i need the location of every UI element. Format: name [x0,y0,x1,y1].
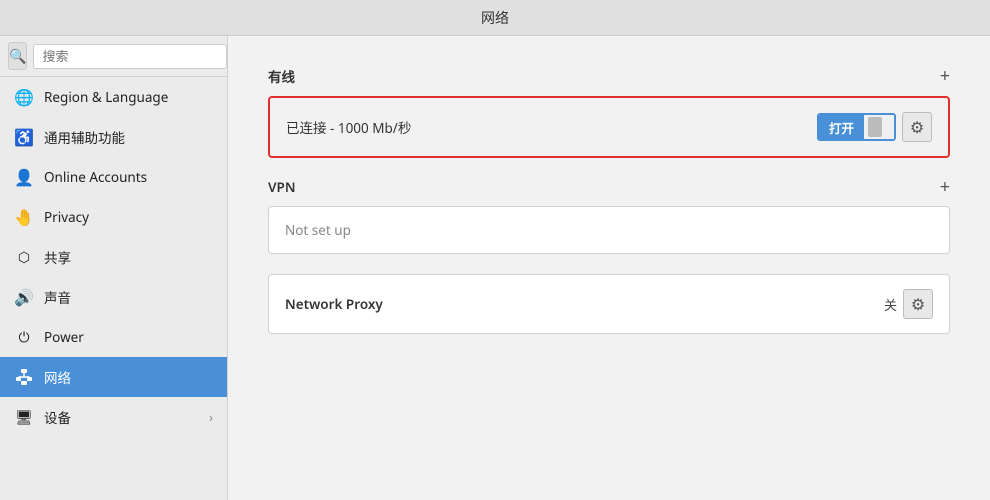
search-row: 🔍 [0,36,227,77]
online-accounts-icon: 👤 [14,167,34,187]
sidebar-item-region[interactable]: 🌐 Region & Language [0,77,227,117]
sidebar-item-power[interactable]: ⏻ Power [0,317,227,357]
vpn-section-title: VPN [268,178,296,196]
sidebar-item-accessibility[interactable]: ♿ 通用辅助功能 [0,117,227,157]
toggle-button[interactable]: 打开 [817,113,896,141]
sidebar-item-network[interactable]: 网络 [0,357,227,397]
sidebar-item-privacy[interactable]: 🤚 Privacy [0,197,227,237]
main-content: 有线 + 已连接 - 1000 Mb/秒 打开 ⚙ [228,36,990,500]
settings-window: 网络 🔍 🌐 Region & Language ♿ 通用辅助功能 👤 [0,0,990,500]
search-icon: 🔍 [9,47,26,66]
wired-controls: 打开 ⚙ [817,112,932,142]
gear-icon: ⚙ [910,116,924,138]
vpn-not-setup-row: Not set up [269,207,949,253]
sidebar-item-label: Power [44,328,213,346]
wired-connection-row: 已连接 - 1000 Mb/秒 打开 ⚙ [270,98,948,156]
sidebar-item-devices[interactable]: 🖥 设备 › [0,397,227,437]
content-area: 🔍 🌐 Region & Language ♿ 通用辅助功能 👤 Online … [0,36,990,500]
search-input[interactable] [33,44,227,69]
proxy-gear-icon: ⚙ [911,293,925,315]
sharing-icon: ⬡ [14,247,34,267]
power-icon: ⏻ [14,327,34,347]
wired-card: 已连接 - 1000 Mb/秒 打开 ⚙ [268,96,950,158]
proxy-controls: 关 ⚙ [884,289,933,319]
search-icon-btn[interactable]: 🔍 [8,42,27,70]
proxy-card: Network Proxy 关 ⚙ [268,274,950,334]
toggle-thumb [868,117,882,137]
vpn-add-button[interactable]: + [940,178,950,196]
proxy-status: 关 [884,295,897,314]
titlebar: 网络 [0,0,990,36]
sidebar-item-label: Privacy [44,208,213,226]
sidebar-item-label: 设备 [44,407,199,427]
vpn-card: Not set up [268,206,950,254]
vpn-section-header: VPN + [268,178,950,196]
sound-icon: 🔊 [14,287,34,307]
devices-icon: 🖥 [14,407,34,427]
accessibility-icon: ♿ [14,127,34,147]
sidebar-item-label: 共享 [44,247,213,267]
proxy-settings-button[interactable]: ⚙ [903,289,933,319]
toggle-on-label[interactable]: 打开 [819,115,864,139]
sidebar-item-label: 网络 [44,367,213,387]
sidebar-item-label: Region & Language [44,88,213,106]
privacy-icon: 🤚 [14,207,34,227]
wired-add-button[interactable]: + [940,67,950,85]
sidebar: 🔍 🌐 Region & Language ♿ 通用辅助功能 👤 Online … [0,36,228,500]
toggle-track [864,115,894,139]
connection-status-label: 已连接 - 1000 Mb/秒 [286,117,817,137]
vpn-status-label: Not set up [285,221,933,239]
sidebar-item-sound[interactable]: 🔊 声音 [0,277,227,317]
wired-settings-button[interactable]: ⚙ [902,112,932,142]
sidebar-item-sharing[interactable]: ⬡ 共享 [0,237,227,277]
window-title: 网络 [10,8,980,28]
proxy-label: Network Proxy [285,295,383,313]
network-icon [14,367,34,387]
chevron-right-icon: › [209,408,213,426]
wired-section-title: 有线 [268,66,295,86]
sidebar-item-online-accounts[interactable]: 👤 Online Accounts [0,157,227,197]
proxy-row: Network Proxy 关 ⚙ [269,275,949,333]
sidebar-item-label: 通用辅助功能 [44,127,213,147]
sidebar-item-label: 声音 [44,287,213,307]
region-icon: 🌐 [14,87,34,107]
sidebar-item-label: Online Accounts [44,168,213,186]
wired-section-header: 有线 + [268,66,950,86]
